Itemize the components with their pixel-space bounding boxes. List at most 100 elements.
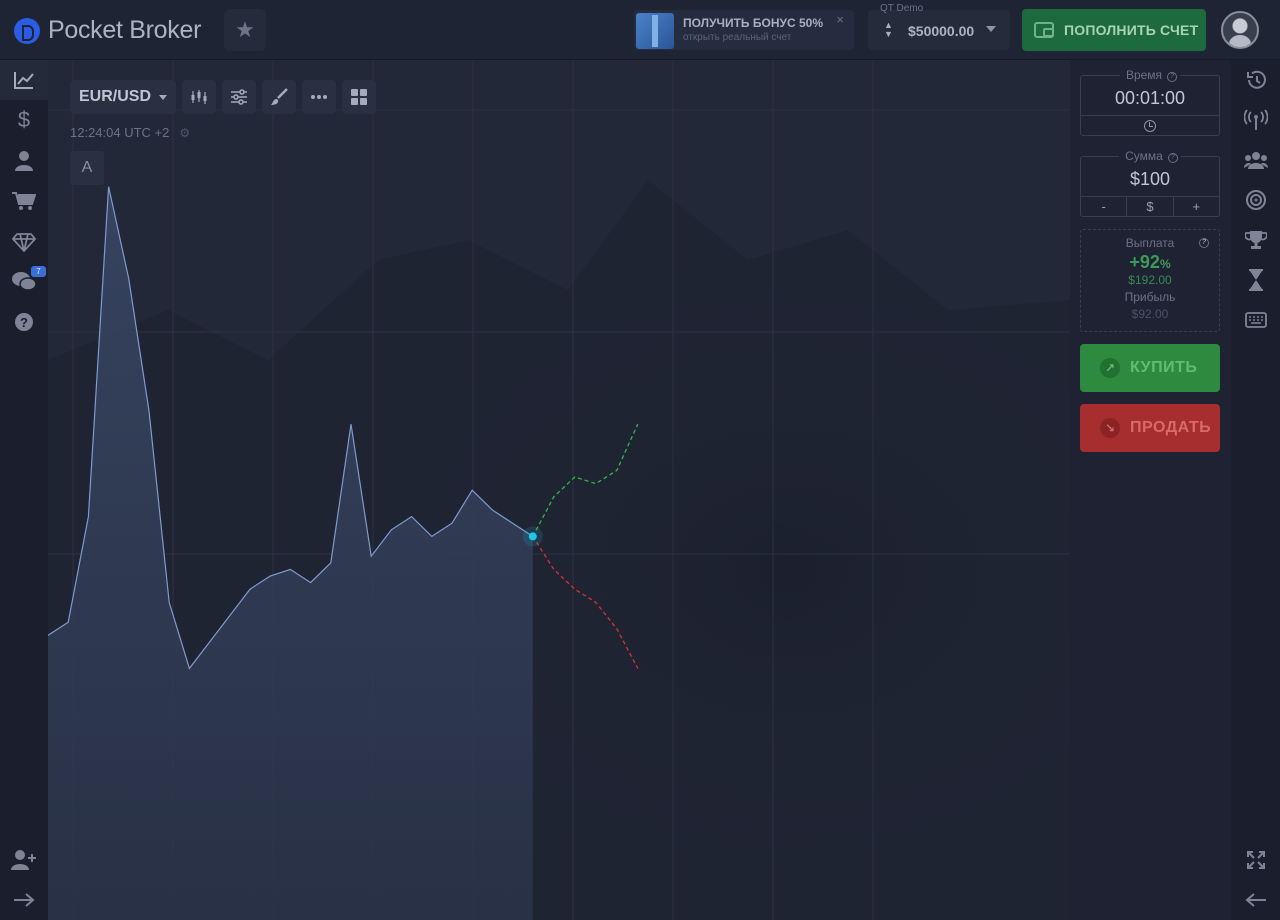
amount-field-label: Сумма <box>1122 149 1166 163</box>
signals-button[interactable] <box>1231 100 1280 140</box>
help-icon: ? <box>15 313 33 331</box>
payout-percent-value: +92 <box>1129 252 1160 272</box>
drawing-tools-button[interactable] <box>262 80 296 114</box>
antenna-icon <box>1243 109 1268 130</box>
indicators-button[interactable] <box>222 80 256 114</box>
account-balance: $50000.00 <box>908 23 975 39</box>
help-icon[interactable]: ? <box>1199 238 1209 248</box>
server-time: 12:24:04 UTC +2 ⚙ <box>70 125 190 140</box>
sell-label: ПРОДАТЬ <box>1130 419 1212 436</box>
payout-box: Выплата ? +92% $192.00 Прибыль $92.00 <box>1080 229 1220 332</box>
divider <box>1081 115 1219 116</box>
asset-selector[interactable]: EUR/USD <box>70 80 176 114</box>
bonus-close-icon[interactable]: × <box>836 12 844 27</box>
sell-button[interactable]: ↘ ПРОДАТЬ <box>1080 404 1220 452</box>
switch-arrows-icon: ▲ ▼ <box>884 20 893 39</box>
deposit-button[interactable]: ПОПОЛНИТЬ СЧЕТ <box>1022 9 1206 51</box>
sidebar-item-finance[interactable]: $ <box>0 100 48 140</box>
layout-button[interactable] <box>342 80 376 114</box>
arrow-right-icon <box>14 893 35 907</box>
pending-trades-button[interactable] <box>1231 260 1280 300</box>
sidebar-item-chat[interactable]: 7 <box>0 262 48 302</box>
deposit-label: ПОПОЛНИТЬ СЧЕТ <box>1064 22 1199 38</box>
time-field[interactable]: Время? 00:01:00 <box>1080 68 1220 136</box>
logo-text: Pocket Broker <box>48 16 202 44</box>
amount-field[interactable]: Сумма? $100 - $ + <box>1080 149 1220 217</box>
hourglass-icon <box>1248 269 1263 291</box>
users-group-icon <box>1243 152 1268 169</box>
avatar[interactable] <box>1221 11 1259 49</box>
chevron-down-icon <box>159 94 167 100</box>
logo[interactable]: Pocket Broker <box>14 16 201 45</box>
profit-value: $92.00 <box>1131 307 1169 321</box>
trade-history-button[interactable] <box>1231 60 1280 100</box>
time-value[interactable]: 00:01:00 <box>1081 88 1219 109</box>
auto-scale-button[interactable]: A <box>70 151 104 185</box>
payout-value: $192.00 <box>1128 273 1172 287</box>
sidebar-item-help[interactable]: ? <box>0 302 48 342</box>
sidebar-item-achievements[interactable] <box>0 222 48 262</box>
achievements-button[interactable] <box>1231 220 1280 260</box>
chevron-down-icon <box>986 26 996 32</box>
amount-controls: - $ + <box>1081 197 1219 216</box>
trade-panel: Время? 00:01:00 Сумма? $100 - $ + Выплат… <box>1070 60 1231 920</box>
chart-area[interactable]: EUR/USD 12:24:04 UTC +2 ⚙ A <box>48 60 1070 920</box>
hotkeys-button[interactable] <box>1231 300 1280 340</box>
dollar-icon: $ <box>17 107 31 132</box>
amount-field-label-wrap: Сумма? <box>1081 149 1219 163</box>
fullscreen-button[interactable] <box>1231 840 1280 880</box>
collapse-panel-button[interactable] <box>1231 880 1280 920</box>
bonus-title: ПОЛУЧИТЬ БОНУС 50% <box>683 16 823 30</box>
arrow-left-icon <box>1244 893 1266 907</box>
bonus-subtitle: открыть реальный счет <box>683 32 792 43</box>
arrow-down-right-icon: ↘ <box>1100 418 1120 438</box>
wallet-icon <box>1034 22 1054 38</box>
buy-button[interactable]: ↗ КУПИТЬ <box>1080 344 1220 392</box>
amount-increase-button[interactable]: + <box>1174 197 1219 216</box>
chart-toolbar: EUR/USD <box>70 80 382 114</box>
bonus-banner[interactable]: ПОЛУЧИТЬ БОНУС 50% открыть реальный счет… <box>634 10 854 50</box>
sidebar-item-invite[interactable] <box>0 840 48 880</box>
gift-icon <box>636 13 674 49</box>
keyboard-icon <box>1244 312 1267 328</box>
clock-icon[interactable] <box>1144 120 1156 132</box>
amount-value[interactable]: $100 <box>1081 169 1219 190</box>
brush-icon <box>271 88 288 105</box>
add-user-icon <box>11 850 36 870</box>
sliders-icon <box>231 89 247 105</box>
chart-line-icon <box>14 72 34 89</box>
star-icon: ★ <box>235 17 255 42</box>
cart-icon <box>12 192 36 210</box>
user-icon <box>15 151 33 171</box>
target-icon <box>1245 190 1266 210</box>
account-selector[interactable]: QT Demo ▲ ▼ $50000.00 <box>868 3 1010 50</box>
social-trading-button[interactable] <box>1231 140 1280 180</box>
history-icon <box>1246 70 1266 89</box>
help-icon[interactable]: ? <box>1167 72 1178 82</box>
left-sidebar: $ 7 ? <box>0 60 48 920</box>
right-sidebar <box>1231 60 1280 920</box>
payout-percent-sign: % <box>1159 257 1171 271</box>
time-field-label-wrap: Время? <box>1081 68 1219 82</box>
trophy-icon <box>1244 231 1267 249</box>
sidebar-item-profile[interactable] <box>0 141 48 181</box>
more-options-button[interactable] <box>302 80 336 114</box>
price-chart[interactable] <box>48 60 1070 920</box>
buy-label: КУПИТЬ <box>1130 359 1198 376</box>
currency-toggle-button[interactable]: $ <box>1127 197 1174 216</box>
favorites-button[interactable]: ★ <box>224 9 266 51</box>
tournaments-button[interactable] <box>1231 180 1280 220</box>
help-icon[interactable]: ? <box>1167 153 1178 163</box>
candlestick-icon <box>191 90 207 104</box>
chart-type-button[interactable] <box>182 80 216 114</box>
sidebar-item-expand[interactable] <box>0 880 48 920</box>
more-horizontal-icon <box>311 95 327 99</box>
gear-icon[interactable]: ⚙ <box>179 126 190 140</box>
payout-percent: +92% <box>1081 252 1219 273</box>
current-price-point <box>528 532 537 541</box>
top-header: Pocket Broker ★ ПОЛУЧИТЬ БОНУС 50% откры… <box>0 0 1280 60</box>
sidebar-item-market[interactable] <box>0 181 48 221</box>
profit-label: Прибыль <box>1124 290 1176 304</box>
sidebar-item-trading[interactable] <box>0 60 48 100</box>
amount-decrease-button[interactable]: - <box>1081 197 1128 216</box>
